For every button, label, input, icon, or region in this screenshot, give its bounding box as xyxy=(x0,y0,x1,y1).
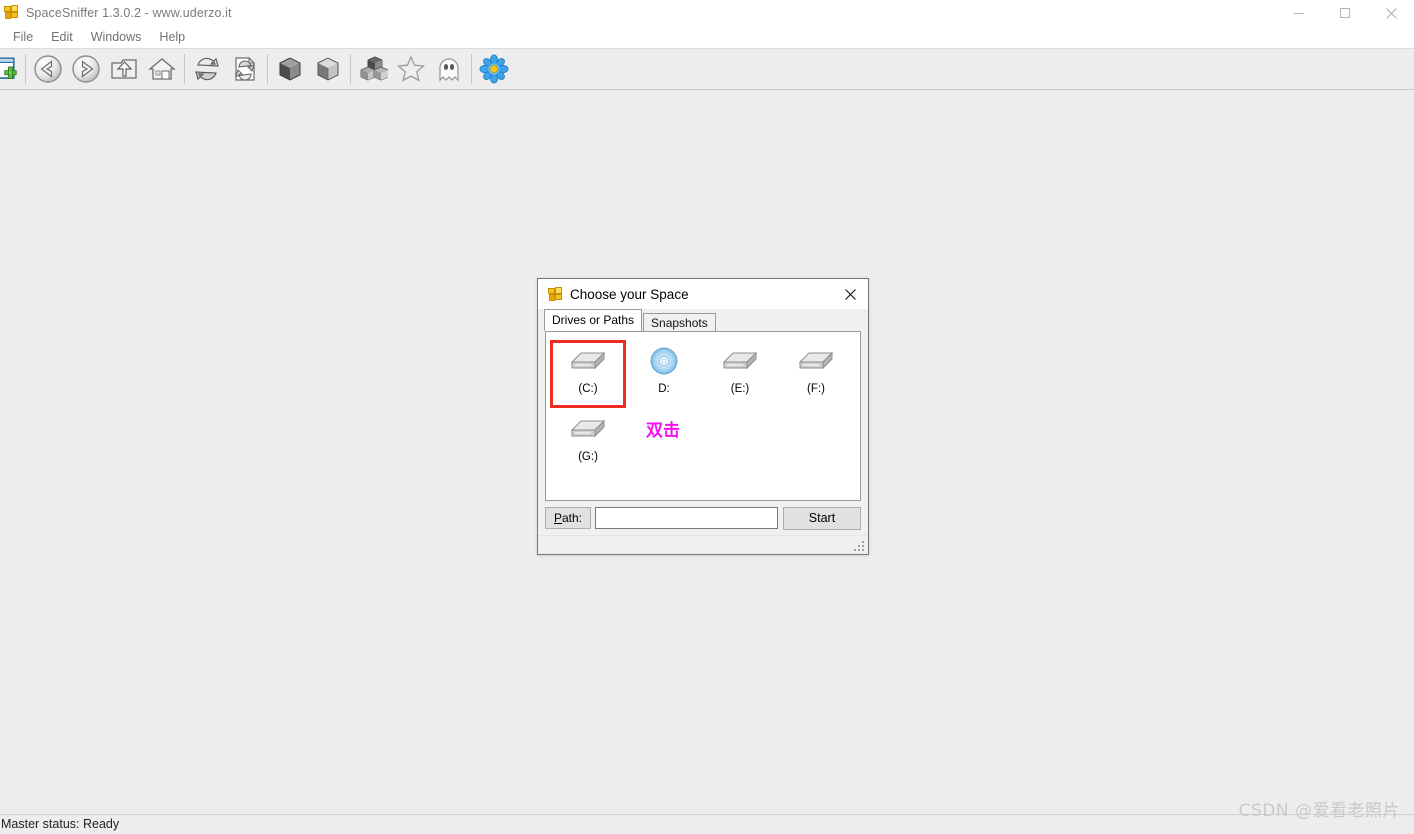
hard-drive-icon xyxy=(798,345,834,377)
new-window-plus-icon xyxy=(0,57,17,79)
dialog-path-row: Path: Start xyxy=(538,501,868,535)
drive-list-panel[interactable]: (C:) D: (E:) (F:) (G:) 双击 xyxy=(545,331,861,501)
drive-item-c[interactable]: (C:) xyxy=(550,340,626,408)
hard-drive-icon xyxy=(722,345,758,377)
close-icon xyxy=(1385,7,1397,19)
window-controls xyxy=(1276,0,1414,26)
dialog-footer xyxy=(538,535,868,554)
detail-button[interactable] xyxy=(354,50,392,88)
resize-grip-icon[interactable] xyxy=(854,541,865,552)
folder-up-icon xyxy=(111,59,137,79)
menu-item-help[interactable]: Help xyxy=(150,28,194,47)
toolbar-group-view xyxy=(354,49,468,89)
close-icon xyxy=(844,288,856,300)
drive-label: (F:) xyxy=(807,383,825,395)
cd-drive-icon xyxy=(649,345,679,377)
rescan-all-button[interactable] xyxy=(188,50,226,88)
maximize-icon xyxy=(1340,8,1350,18)
toolbar-separator xyxy=(267,54,268,84)
dialog-close-button[interactable] xyxy=(832,279,868,309)
maximize-button[interactable] xyxy=(1322,0,1368,26)
toolbar-group-navigation xyxy=(29,49,181,89)
dark-cube-icon xyxy=(279,57,301,81)
csdn-watermark: CSDN @爱看老照片 xyxy=(1238,801,1400,821)
dialog-title: Choose your Space xyxy=(570,286,689,302)
free-space-button[interactable] xyxy=(430,50,468,88)
refresh-page-icon xyxy=(235,56,256,81)
menu-item-file[interactable]: File xyxy=(4,28,42,47)
choose-your-space-dialog: Choose your Space Drives or Paths Snapsh… xyxy=(537,278,869,555)
drive-item-e[interactable]: (E:) xyxy=(702,340,778,408)
double-click-annotation: 双击 xyxy=(646,421,680,441)
toolbar-separator xyxy=(25,54,26,84)
menubar: File Edit Windows Help xyxy=(0,26,1414,49)
drive-grid: (C:) D: (E:) (F:) (G:) xyxy=(550,340,856,476)
window-titlebar: SpaceSniffer 1.3.0.2 - www.uderzo.it xyxy=(0,0,1414,26)
forward-arrow-icon xyxy=(72,55,100,83)
home-icon xyxy=(148,58,176,80)
home-button[interactable] xyxy=(143,50,181,88)
statusbar: Master status: Ready xyxy=(0,814,1414,834)
light-cube-icon xyxy=(317,57,339,81)
window-title: SpaceSniffer 1.3.0.2 - www.uderzo.it xyxy=(26,6,232,20)
toolbar-group-refresh xyxy=(188,49,264,89)
drive-label: (G:) xyxy=(578,451,598,463)
back-arrow-icon xyxy=(34,55,62,83)
rescan-button[interactable] xyxy=(226,50,264,88)
dialog-tabstrip: Drives or Paths Snapshots xyxy=(538,309,868,331)
refresh-all-icon xyxy=(195,57,219,81)
dialog-titlebar: Choose your Space xyxy=(538,279,868,309)
toolbar-group-zoom xyxy=(271,49,347,89)
back-button[interactable] xyxy=(29,50,67,88)
menu-item-windows[interactable]: Windows xyxy=(82,28,151,47)
path-label: Path: xyxy=(545,507,591,529)
minimize-button[interactable] xyxy=(1276,0,1322,26)
status-text: Master status: Ready xyxy=(1,817,120,831)
hard-drive-icon xyxy=(570,413,606,445)
tag-button[interactable] xyxy=(392,50,430,88)
blue-flower-icon xyxy=(479,54,509,84)
drive-item-f[interactable]: (F:) xyxy=(778,340,854,408)
drive-item-d[interactable]: D: xyxy=(626,340,702,408)
toolbar-group-new xyxy=(0,49,22,89)
ghost-icon xyxy=(439,58,459,82)
drive-item-g[interactable]: (G:) xyxy=(550,408,626,476)
menu-item-edit[interactable]: Edit xyxy=(42,28,82,47)
star-icon xyxy=(396,55,426,82)
drive-label: (C:) xyxy=(578,383,598,395)
drive-label: (E:) xyxy=(730,383,750,395)
forward-button[interactable] xyxy=(67,50,105,88)
dialog-puzzle-icon xyxy=(548,287,562,301)
drive-label: D: xyxy=(658,383,670,395)
path-label-accelerator: P xyxy=(553,511,562,525)
zoom-in-button[interactable] xyxy=(309,50,347,88)
path-input[interactable] xyxy=(595,507,778,529)
configure-button[interactable] xyxy=(475,50,513,88)
toolbar-separator xyxy=(184,54,185,84)
app-puzzle-icon xyxy=(4,5,20,21)
toolbar-separator xyxy=(350,54,351,84)
hard-drive-icon xyxy=(570,345,606,377)
tab-snapshots[interactable]: Snapshots xyxy=(643,313,716,331)
toolbar-separator xyxy=(471,54,472,84)
toolbar-group-configure xyxy=(475,49,513,89)
new-window-button[interactable] xyxy=(0,50,22,88)
tab-drives-or-paths[interactable]: Drives or Paths xyxy=(544,309,643,331)
zoom-out-button[interactable] xyxy=(271,50,309,88)
parent-folder-button[interactable] xyxy=(105,50,143,88)
start-button[interactable]: Start xyxy=(783,506,861,530)
minimize-icon xyxy=(1294,13,1304,14)
close-button[interactable] xyxy=(1368,0,1414,26)
dialog-body: (C:) D: (E:) (F:) (G:) 双击 xyxy=(538,331,868,501)
path-label-rest: ath: xyxy=(562,511,583,525)
stacked-cubes-icon xyxy=(360,56,388,81)
toolbar xyxy=(0,49,1414,90)
